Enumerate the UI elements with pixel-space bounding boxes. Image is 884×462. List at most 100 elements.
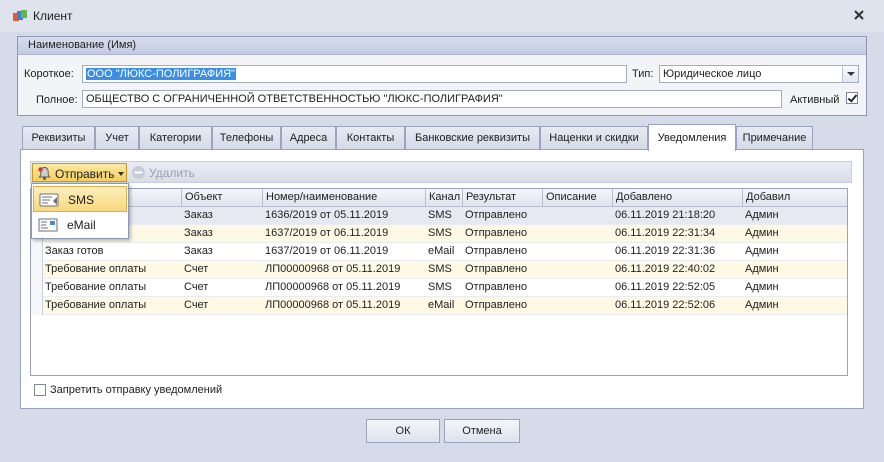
cell-description: [543, 243, 613, 261]
cell-channel: SMS: [426, 207, 463, 225]
send-dropdown-menu: SMS eMail: [31, 183, 129, 239]
active-checkbox[interactable]: [846, 92, 858, 104]
cell-result: Отправлено: [463, 261, 543, 279]
cell-author: Админ: [743, 207, 847, 225]
column-header-description[interactable]: Описание: [543, 189, 613, 207]
cell-added: 06.11.2019 21:18:20: [613, 207, 743, 225]
column-header-author[interactable]: Добавил: [743, 189, 847, 207]
row-indicator: [31, 243, 43, 261]
tab-notes[interactable]: Примечание: [736, 126, 813, 150]
column-header-result[interactable]: Результат: [463, 189, 543, 207]
tab-addresses[interactable]: Адреса: [281, 126, 336, 150]
cell-result: Отправлено: [463, 207, 543, 225]
cell-channel: eMail: [426, 297, 463, 315]
minus-circle-icon: [132, 166, 145, 179]
cancel-button[interactable]: Отмена: [444, 419, 520, 443]
tab-markups[interactable]: Наценки и скидки: [540, 126, 648, 150]
tab-bank-details[interactable]: Банковские реквизиты: [405, 126, 540, 150]
chevron-down-icon: [118, 172, 124, 176]
column-header-number[interactable]: Номер/наименование: [263, 189, 426, 207]
type-combobox[interactable]: Юридическое лицо: [659, 65, 859, 83]
cell-result: Отправлено: [463, 279, 543, 297]
table-row[interactable]: Требование оплаты Счет ЛП00000968 от 05.…: [31, 297, 847, 315]
cell-description: [543, 261, 613, 279]
cell-object: Счет: [182, 279, 263, 297]
ok-button[interactable]: ОК: [366, 419, 440, 443]
forbid-notifications-label: Запретить отправку уведомлений: [50, 384, 223, 396]
cell-description: [543, 297, 613, 315]
cell-object: Счет: [182, 297, 263, 315]
close-icon[interactable]: [852, 8, 866, 22]
cell-number: 1636/2019 от 05.11.2019: [263, 207, 426, 225]
cell-object: Счет: [182, 261, 263, 279]
menu-item-email[interactable]: eMail: [33, 212, 127, 238]
tab-requisites[interactable]: Реквизиты: [22, 126, 95, 150]
cell-name: Требование оплаты: [43, 297, 182, 315]
full-name-input[interactable]: ОБЩЕСТВО С ОГРАНИЧЕННОЙ ОТВЕТСТВЕННОСТЬЮ…: [82, 90, 782, 108]
send-button-label: Отправить: [55, 167, 115, 181]
chevron-down-icon[interactable]: [842, 66, 858, 82]
bell-icon: [38, 167, 51, 180]
tab-notifications[interactable]: Уведомления: [648, 124, 736, 151]
cell-result: Отправлено: [463, 243, 543, 261]
cell-name: Заказ готов: [43, 243, 182, 261]
short-name-label: Короткое:: [24, 68, 74, 80]
column-header-channel[interactable]: Канал: [426, 189, 463, 207]
cell-channel: eMail: [426, 243, 463, 261]
row-indicator: [31, 261, 43, 279]
cell-number: ЛП00000968 от 05.11.2019: [263, 279, 426, 297]
active-label: Активный: [790, 94, 840, 106]
menu-item-email-label: eMail: [67, 218, 96, 232]
group-title: Наименование (Имя): [18, 37, 866, 55]
cell-author: Админ: [743, 279, 847, 297]
cell-channel: SMS: [426, 261, 463, 279]
tab-categories[interactable]: Категории: [139, 126, 212, 150]
window-title: Клиент: [33, 9, 73, 23]
cell-number: ЛП00000968 от 05.11.2019: [263, 297, 426, 315]
cell-result: Отправлено: [463, 225, 543, 243]
cell-number: 1637/2019 от 06.11.2019: [263, 225, 426, 243]
full-name-label: Полное:: [36, 94, 78, 106]
tab-contacts[interactable]: Контакты: [336, 126, 405, 150]
cell-number: ЛП00000968 от 05.11.2019: [263, 261, 426, 279]
cell-object: Заказ: [182, 207, 263, 225]
short-name-input[interactable]: ООО "ЛЮКС-ПОЛИГРАФИЯ": [82, 65, 627, 83]
forbid-notifications-checkbox[interactable]: [34, 384, 46, 396]
table-row[interactable]: Заказ 1636/2019 от 05.11.2019 SMS Отправ…: [31, 207, 847, 225]
email-icon: [38, 218, 58, 232]
cell-description: [543, 225, 613, 243]
cell-object: Заказ: [182, 243, 263, 261]
cell-author: Админ: [743, 261, 847, 279]
notifications-grid: Объект Номер/наименование Канал Результа…: [30, 188, 848, 376]
tab-accounting[interactable]: Учет: [95, 126, 139, 150]
delete-button-label: Удалить: [149, 166, 195, 180]
cell-author: Админ: [743, 297, 847, 315]
menu-item-sms-label: SMS: [68, 193, 95, 207]
cell-channel: SMS: [426, 225, 463, 243]
cell-added: 06.11.2019 22:31:36: [613, 243, 743, 261]
cell-author: Админ: [743, 225, 847, 243]
cell-result: Отправлено: [463, 297, 543, 315]
table-row[interactable]: Требование оплаты Счет ЛП00000968 от 05.…: [31, 261, 847, 279]
column-header-added[interactable]: Добавлено: [613, 189, 743, 207]
window-titlebar: Клиент: [0, 0, 884, 32]
table-row[interactable]: Заказ готов Заказ 1637/2019 от 06.11.201…: [31, 243, 847, 261]
column-header-object[interactable]: Объект: [182, 189, 263, 207]
type-value: Юридическое лицо: [663, 68, 762, 80]
delete-button[interactable]: Удалить: [129, 163, 199, 182]
cell-description: [543, 207, 613, 225]
tab-phones[interactable]: Телефоны: [212, 126, 281, 150]
cell-added: 06.11.2019 22:31:34: [613, 225, 743, 243]
table-row[interactable]: Требование оплаты Счет ЛП00000968 от 05.…: [31, 279, 847, 297]
table-row[interactable]: Заказ 1637/2019 от 06.11.2019 SMS Отправ…: [31, 225, 847, 243]
menu-item-sms[interactable]: SMS: [33, 186, 127, 212]
cell-channel: SMS: [426, 279, 463, 297]
cell-name: Требование оплаты: [43, 279, 182, 297]
notifications-toolbar: Отправить Удалить: [30, 161, 852, 183]
row-indicator: [31, 279, 43, 297]
send-button[interactable]: Отправить: [32, 163, 127, 182]
cell-added: 06.11.2019 22:52:05: [613, 279, 743, 297]
cell-description: [543, 279, 613, 297]
client-app-icon: [13, 10, 27, 21]
cell-name: Требование оплаты: [43, 261, 182, 279]
